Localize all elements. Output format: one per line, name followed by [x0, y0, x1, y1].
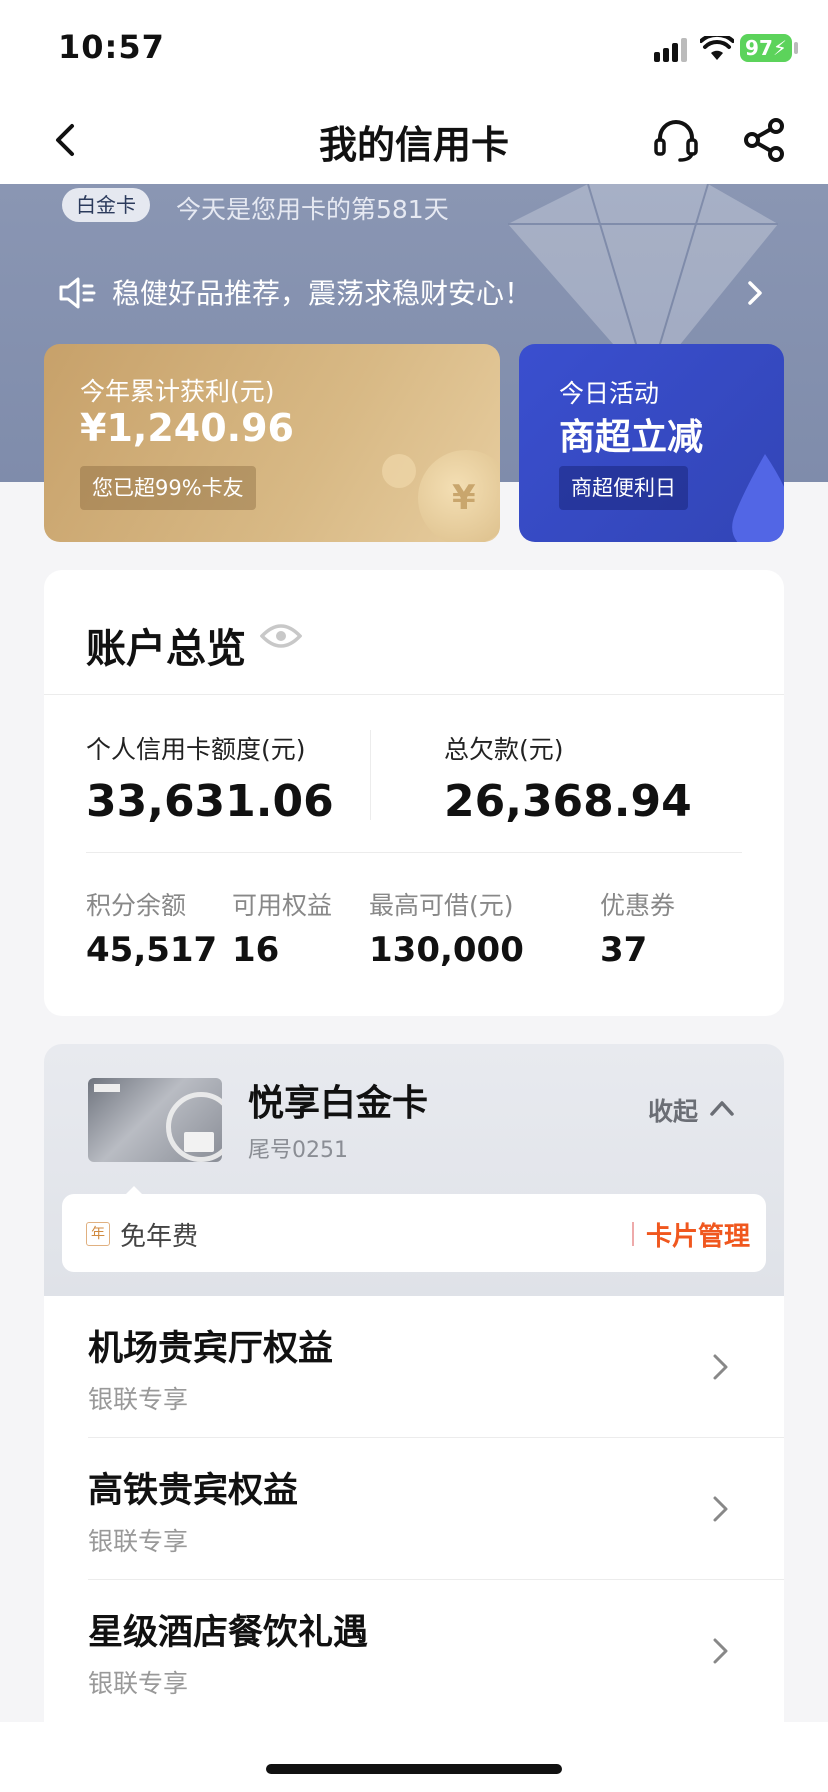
battery-level: 97: [745, 36, 773, 60]
card-tail-number: 尾号0251: [248, 1138, 348, 1163]
status-time: 10:57: [58, 28, 165, 66]
benefit-subtitle: 银联专享: [88, 1669, 189, 1698]
unionpay-logo: [184, 1132, 214, 1152]
collapse-button[interactable]: 收起: [648, 1092, 698, 1128]
overview-divider: [44, 694, 784, 695]
battery-icon: 97⚡: [740, 34, 792, 62]
annual-fee-tag-icon: 年: [86, 1222, 110, 1246]
stat-label: 可用权益: [232, 891, 333, 920]
max-loan[interactable]: 最高可借(元) 130,000: [369, 886, 524, 970]
benefit-title: 高铁贵宾权益: [88, 1471, 299, 1511]
announcement-text: 稳健好品推荐，震荡求稳财安心！: [112, 277, 533, 310]
earnings-label: 今年累计获利(元): [80, 377, 275, 406]
chevron-right-icon: [713, 1638, 728, 1664]
activity-headline: 商超立减: [559, 417, 704, 458]
list-item-hotel-dining[interactable]: 星级酒店餐饮礼遇 银联专享: [44, 1580, 784, 1722]
stat-value: 45,517: [86, 930, 218, 970]
manage-separator: [632, 1222, 634, 1246]
credit-limit-label: 个人信用卡额度(元): [86, 735, 306, 764]
yen-coin-icon: ¥: [452, 478, 476, 518]
stat-value: 16: [232, 930, 280, 970]
stat-value: 37: [600, 930, 648, 970]
card-section: 悦享白金卡 尾号0251 收起 年 免年费 卡片管理: [44, 1044, 784, 1296]
coupons[interactable]: 优惠券 37: [600, 886, 675, 970]
account-overview: 账户总览 个人信用卡额度(元) 33,631.06 总欠款(元) 26,368.…: [44, 570, 784, 1016]
annual-fee-text: 免年费: [120, 1222, 199, 1252]
stat-label: 最高可借(元): [369, 891, 514, 920]
credit-limit[interactable]: 个人信用卡额度(元) 33,631.06: [86, 730, 334, 827]
points-balance[interactable]: 积分余额 45,517: [86, 886, 217, 970]
bottom-safe-area: [0, 1722, 828, 1792]
coin-decoration-small: [382, 454, 416, 488]
stat-label: 优惠券: [600, 891, 676, 920]
benefit-subtitle: 银联专享: [88, 1527, 189, 1556]
stat-value: 130,000: [369, 930, 524, 970]
eye-icon[interactable]: [260, 622, 302, 650]
total-debt-label: 总欠款(元): [444, 735, 564, 764]
benefit-subtitle: 银联专享: [88, 1385, 189, 1414]
cellular-signal-icon: [654, 38, 687, 62]
page-title: 我的信用卡: [318, 123, 509, 167]
earnings-card[interactable]: ¥ 今年累计获利(元) ¥1,240.96 您已超99%卡友: [44, 344, 500, 542]
nav-bar: 我的信用卡: [0, 100, 828, 184]
card-image[interactable]: [88, 1078, 222, 1162]
chevron-right-icon: [713, 1496, 728, 1522]
earnings-amount: ¥1,240.96: [80, 406, 294, 450]
chevron-right-icon: [748, 281, 762, 305]
overview-horizontal-divider: [86, 852, 742, 853]
activity-label: 今日活动: [559, 379, 660, 408]
card-name: 悦享白金卡: [248, 1083, 429, 1124]
benefits-list: 机场贵宾厅权益 银联专享 高铁贵宾权益 银联专享 星级酒店餐饮礼遇 银联专享: [44, 1296, 784, 1722]
announcement-bar[interactable]: 稳健好品推荐，震荡求稳财安心！: [58, 272, 768, 312]
available-benefits[interactable]: 可用权益 16: [232, 886, 332, 970]
stat-label: 积分余额: [86, 891, 187, 920]
earnings-rank-pill: 您已超99%卡友: [80, 466, 256, 510]
benefit-title: 机场贵宾厅权益: [88, 1329, 334, 1369]
list-item-airport-lounge[interactable]: 机场贵宾厅权益 银联专享: [44, 1296, 784, 1438]
total-debt-value: 26,368.94: [444, 776, 692, 827]
annual-fee-box: 年 免年费 卡片管理: [62, 1194, 766, 1272]
chevron-right-icon: [713, 1354, 728, 1380]
list-item-rail-lounge[interactable]: 高铁贵宾权益 银联专享: [44, 1438, 784, 1580]
share-icon[interactable]: [740, 116, 788, 164]
overview-title: 账户总览: [86, 626, 246, 672]
chevron-up-icon[interactable]: [708, 1096, 736, 1120]
customer-service-icon[interactable]: [652, 116, 700, 164]
drop-decoration: [732, 454, 784, 542]
bank-logo: [94, 1084, 120, 1092]
status-bar: 10:57 97⚡: [0, 0, 828, 100]
activity-pill: 商超便利日: [559, 466, 688, 510]
card-manage-button[interactable]: 卡片管理: [646, 1216, 750, 1253]
activity-card[interactable]: 今日活动 商超立减 商超便利日: [519, 344, 784, 542]
wifi-icon: [700, 36, 734, 60]
speaker-icon: [59, 277, 96, 309]
credit-limit-value: 33,631.06: [86, 776, 334, 827]
benefit-title: 星级酒店餐饮礼遇: [88, 1613, 369, 1653]
card-level-badge: 白金卡: [62, 188, 150, 222]
total-debt[interactable]: 总欠款(元) 26,368.94: [444, 730, 692, 827]
overview-vertical-divider: [370, 730, 371, 820]
home-indicator[interactable]: [266, 1764, 562, 1774]
days-text: 今天是您用卡的第581天: [176, 195, 449, 224]
battery-tip: [794, 42, 798, 54]
